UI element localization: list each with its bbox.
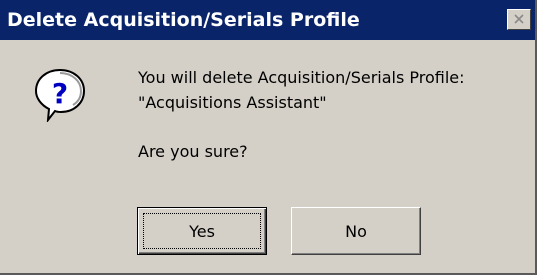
message-line-1: You will delete Acquisition/Serials Prof… xyxy=(138,68,465,87)
message-line-2: "Acquisitions Assistant" xyxy=(138,93,327,112)
close-button[interactable] xyxy=(507,9,531,30)
yes-button[interactable]: Yes xyxy=(137,207,267,255)
no-button-label: No xyxy=(345,221,367,241)
title-bar[interactable]: Delete Acquisition/Serials Profile xyxy=(0,0,535,40)
close-icon xyxy=(514,14,524,24)
delete-profile-dialog: Delete Acquisition/Serials Profile ? You… xyxy=(0,0,537,275)
no-button[interactable]: No xyxy=(291,207,421,255)
dialog-title: Delete Acquisition/Serials Profile xyxy=(7,9,360,31)
confirm-question: Are you sure? xyxy=(138,142,248,161)
yes-button-label: Yes xyxy=(189,221,215,241)
question-icon: ? xyxy=(34,68,86,122)
svg-text:?: ? xyxy=(52,77,68,110)
